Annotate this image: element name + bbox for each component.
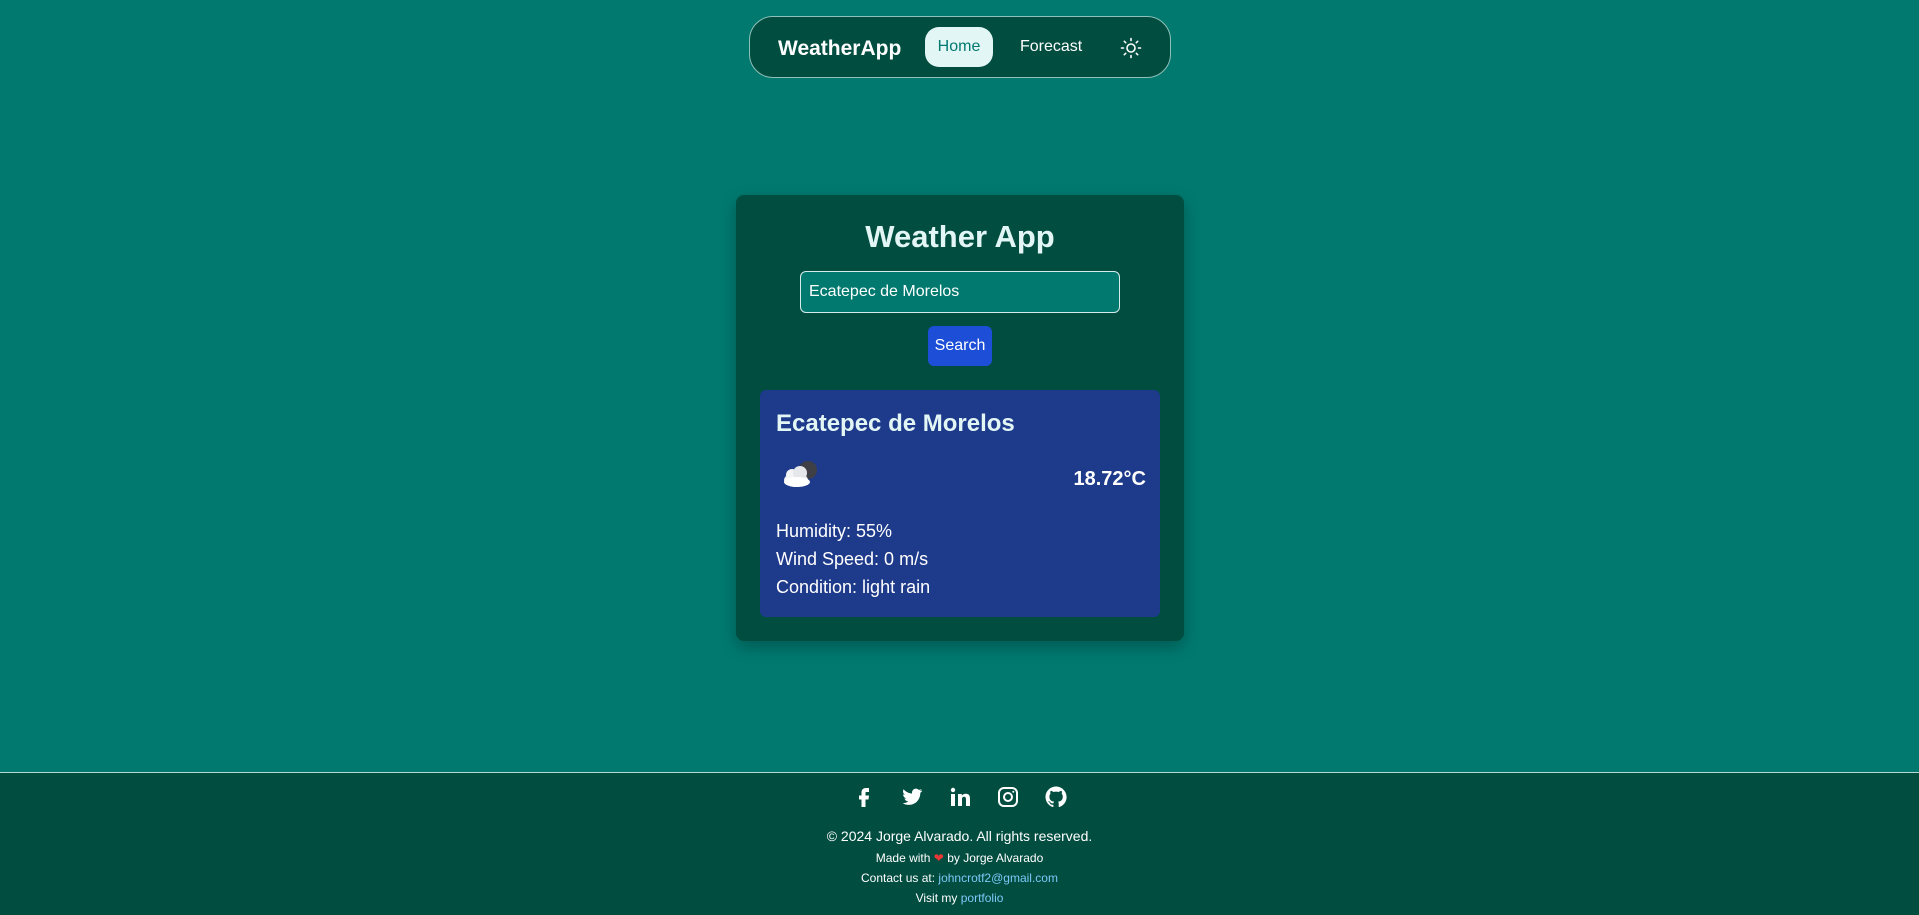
result-city-name: Ecatepec de Morelos: [776, 410, 1015, 437]
copyright-text: © 2024 Jorge Alvarado. All rights reserv…: [826, 828, 1093, 844]
sun-icon: [1120, 37, 1142, 59]
search-button[interactable]: Search: [928, 326, 992, 366]
visit-prefix: Visit my: [915, 891, 958, 905]
city-search-input[interactable]: [800, 271, 1120, 313]
made-with-prefix: Made with: [875, 851, 931, 865]
made-with-suffix: by Jorge Alvarado: [947, 851, 1044, 865]
condition-text: Condition: light rain: [776, 577, 931, 597]
contact-email-link[interactable]: johncrotf2@gmail.com: [938, 871, 1058, 885]
weather-card: Weather App Search Ecatepec de Morelos 1…: [736, 195, 1184, 641]
navbar: WeatherApp Home Forecast: [749, 16, 1171, 78]
github-icon[interactable]: [1044, 785, 1068, 809]
theme-toggle-button[interactable]: [1119, 36, 1143, 60]
wind-speed-text: Wind Speed: 0 m/s: [776, 549, 929, 569]
page-title: Weather App: [865, 219, 1055, 254]
weather-result-card: Ecatepec de Morelos 18.72°C Humidity: 55…: [760, 390, 1160, 617]
temperature-value: 18.72°C: [1073, 468, 1147, 490]
linkedin-icon[interactable]: [948, 785, 972, 809]
nav-forecast-link[interactable]: Forecast: [1020, 38, 1082, 56]
humidity-text: Humidity: 55%: [776, 521, 893, 541]
facebook-icon[interactable]: [852, 785, 876, 809]
contact-prefix: Contact us at:: [861, 871, 936, 885]
footer: © 2024 Jorge Alvarado. All rights reserv…: [0, 772, 1919, 915]
portfolio-line: Visit my portfolio: [0, 891, 1919, 905]
brand-logo-text[interactable]: WeatherApp: [778, 37, 901, 61]
social-links: [0, 785, 1919, 809]
nav-home-link[interactable]: Home: [925, 27, 993, 67]
contact-line: Contact us at: johncrotf2@gmail.com: [0, 871, 1919, 885]
twitter-icon[interactable]: [900, 785, 924, 809]
instagram-icon[interactable]: [996, 785, 1020, 809]
made-with-line: Made with ❤ by Jorge Alvarado: [0, 851, 1919, 865]
heart-icon: ❤: [933, 851, 944, 865]
cloud-night-icon: [774, 454, 824, 494]
portfolio-link[interactable]: portfolio: [961, 891, 1004, 905]
